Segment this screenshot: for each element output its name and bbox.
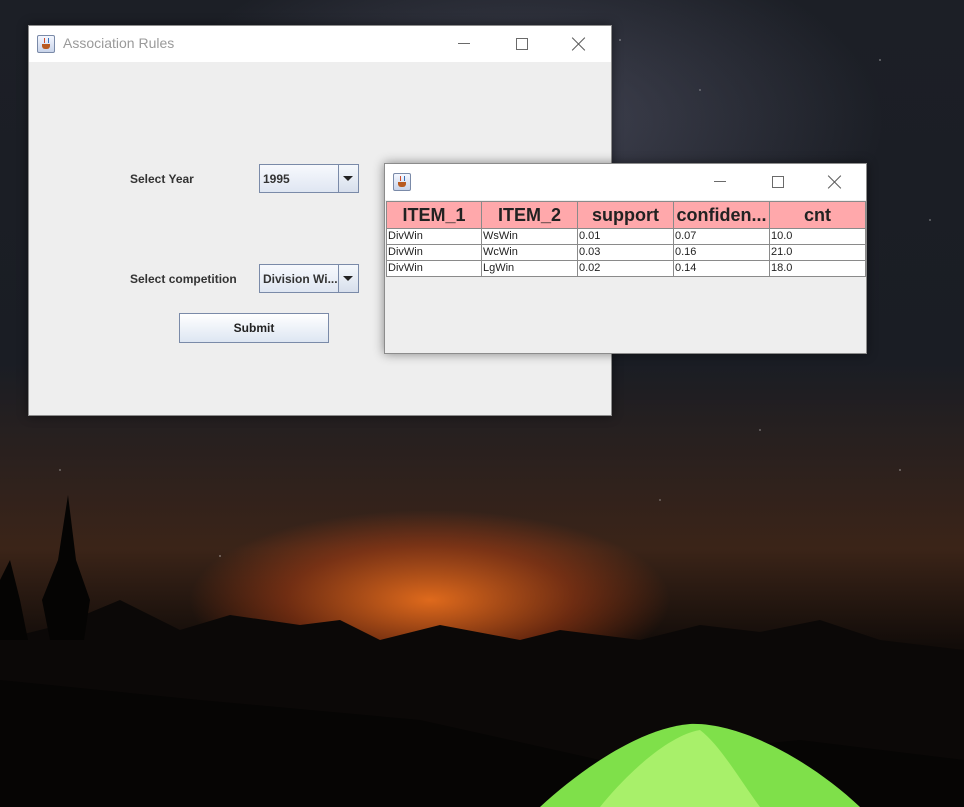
competition-combobox[interactable]: Division Wi... (259, 264, 359, 293)
select-competition-label: Select competition (130, 272, 237, 286)
column-header-item-1[interactable]: ITEM_1 (386, 201, 482, 229)
tree-silhouette-left (0, 560, 28, 640)
table-cell[interactable]: 18.0 (770, 261, 866, 277)
java-coffee-cup-icon (393, 173, 411, 191)
column-header-item-2[interactable]: ITEM_2 (482, 201, 578, 229)
table-row[interactable]: DivWin WcWin 0.03 0.16 21.0 (386, 245, 866, 261)
chevron-down-icon[interactable] (338, 165, 358, 192)
table-cell[interactable]: 0.03 (578, 245, 674, 261)
java-coffee-cup-icon (37, 35, 55, 53)
table-cell[interactable]: 0.01 (578, 229, 674, 245)
close-icon (828, 175, 842, 189)
tree-silhouette (42, 495, 90, 640)
table-row[interactable]: DivWin LgWin 0.02 0.14 18.0 (386, 261, 866, 277)
chevron-down-icon[interactable] (338, 265, 358, 292)
year-selected-value: 1995 (263, 172, 290, 186)
maximize-button[interactable] (749, 164, 807, 200)
table-row[interactable]: DivWin WsWin 0.01 0.07 10.0 (386, 229, 866, 245)
table-cell[interactable]: 0.14 (674, 261, 770, 277)
submit-button[interactable]: Submit (179, 313, 329, 343)
select-year-label: Select Year (130, 172, 194, 186)
close-button[interactable] (807, 164, 865, 200)
column-header-cnt[interactable]: cnt (770, 201, 866, 229)
column-header-confidence[interactable]: confiden... (674, 201, 770, 229)
table-cell[interactable]: WsWin (482, 229, 578, 245)
minimize-icon (458, 43, 470, 44)
window-title: Association Rules (63, 35, 175, 51)
maximize-icon (772, 176, 784, 188)
results-window: ITEM_1 ITEM_2 support confiden... cnt Di… (384, 163, 867, 354)
table-cell[interactable]: 0.16 (674, 245, 770, 261)
minimize-icon (714, 181, 726, 182)
table-cell[interactable]: DivWin (386, 229, 482, 245)
table-cell[interactable]: 0.02 (578, 261, 674, 277)
table-cell[interactable]: WcWin (482, 245, 578, 261)
table-header: ITEM_1 ITEM_2 support confiden... cnt (386, 201, 866, 229)
maximize-button[interactable] (493, 26, 551, 62)
table-cell[interactable]: DivWin (386, 245, 482, 261)
table-cell[interactable]: LgWin (482, 261, 578, 277)
minimize-button[interactable] (435, 26, 493, 62)
close-button[interactable] (551, 26, 609, 62)
table-cell[interactable]: 0.07 (674, 229, 770, 245)
table-cell[interactable]: 10.0 (770, 229, 866, 245)
close-icon (572, 37, 586, 51)
table-cell[interactable]: 21.0 (770, 245, 866, 261)
title-bar[interactable] (385, 164, 866, 200)
maximize-icon (516, 38, 528, 50)
association-rules-table: ITEM_1 ITEM_2 support confiden... cnt Di… (386, 201, 866, 277)
table-cell[interactable]: DivWin (386, 261, 482, 277)
desktop: Association Rules Select Year 1995 Selec… (0, 0, 964, 807)
year-combobox[interactable]: 1995 (259, 164, 359, 193)
title-bar[interactable]: Association Rules (29, 26, 611, 62)
competition-selected-value: Division Wi... (263, 272, 338, 286)
column-header-support[interactable]: support (578, 201, 674, 229)
minimize-button[interactable] (691, 164, 749, 200)
